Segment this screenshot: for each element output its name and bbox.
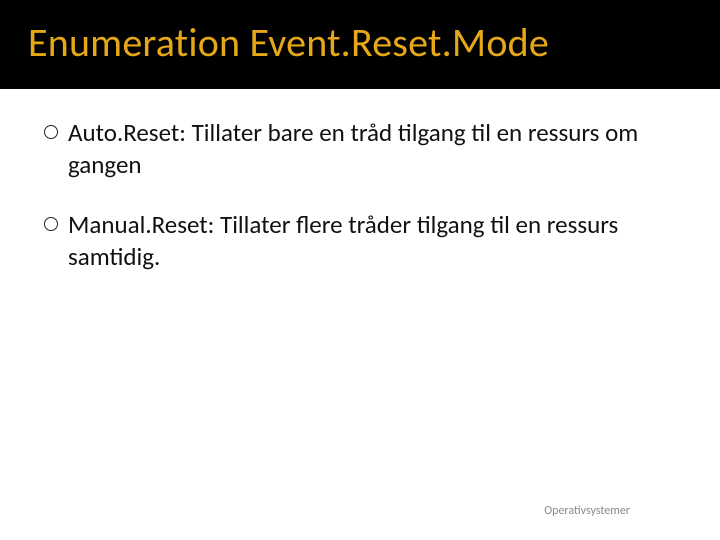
- circle-bullet-icon: [44, 125, 58, 139]
- bullet-text: Manual.Reset: Tillater flere tråder tilg…: [68, 209, 676, 273]
- content-area: Auto.Reset: Tillater bare en tråd tilgan…: [0, 89, 720, 273]
- footer-text: Operativsystemer: [544, 504, 630, 518]
- list-item: Manual.Reset: Tillater flere tråder tilg…: [44, 209, 676, 273]
- bullet-text: Auto.Reset: Tillater bare en tråd tilgan…: [68, 117, 676, 181]
- title-band: Enumeration Event.Reset.Mode: [0, 0, 720, 89]
- circle-bullet-icon: [44, 217, 58, 231]
- slide-title: Enumeration Event.Reset.Mode: [28, 18, 720, 67]
- list-item: Auto.Reset: Tillater bare en tråd tilgan…: [44, 117, 676, 181]
